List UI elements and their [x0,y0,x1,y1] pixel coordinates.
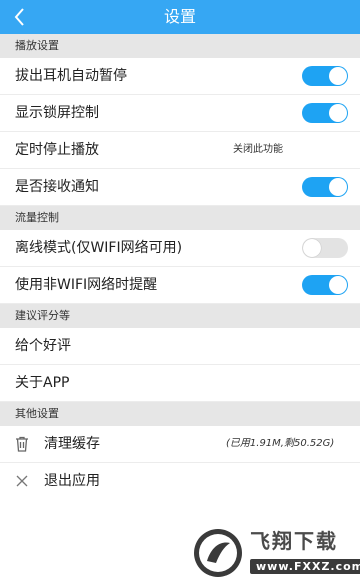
cache-usage-text: (已用1.91M,剩50.52G) [226,438,335,449]
toggle-switch-on[interactable] [302,177,348,197]
close-icon [13,472,31,490]
setting-label: 拔出耳机自动暂停 [15,68,127,84]
setting-row-about-app[interactable]: 关于APP [0,365,360,402]
toggle-knob [329,276,347,294]
setting-label: 清理缓存 [44,436,100,452]
toggle-knob [329,67,347,85]
setting-row-sleep-timer[interactable]: 定时停止播放 关闭此功能 [0,132,360,169]
watermark-name: 飞翔下载 [250,529,338,553]
setting-row-exit-app[interactable]: 退出应用 [0,463,360,500]
setting-row-lockscreen-control[interactable]: 显示锁屏控制 [0,95,360,132]
setting-row-notifications[interactable]: 是否接收通知 [0,169,360,206]
trash-icon [13,435,31,453]
watermark: 飞翔下载 www.FXXZ.com [192,527,360,585]
setting-row-offline-mode[interactable]: 离线模式(仅WIFI网络可用) [0,230,360,267]
watermark-url: www.FXXZ.com [250,559,360,574]
toggle-knob [329,178,347,196]
toggle-switch-on[interactable] [302,66,348,86]
setting-label: 使用非WIFI网络时提醒 [15,277,158,293]
section-header-traffic: 流量控制 [0,206,360,230]
section-header-other: 其他设置 [0,402,360,426]
toggle-switch-on[interactable] [302,275,348,295]
setting-row-rate-app[interactable]: 给个好评 [0,328,360,365]
toggle-knob [329,104,347,122]
setting-row-clear-cache[interactable]: 清理缓存 (已用1.91M,剩50.52G) [0,426,360,463]
setting-label: 退出应用 [44,473,100,489]
top-app-bar: 设置 [0,0,360,34]
setting-label: 是否接收通知 [15,179,99,195]
toggle-switch-off[interactable] [302,238,348,258]
page-title: 设置 [163,7,196,26]
toggle-knob [303,239,321,257]
section-header-feedback: 建议评分等 [0,304,360,328]
chevron-left-icon[interactable] [10,6,30,28]
setting-label: 给个好评 [15,338,71,354]
setting-value: 关闭此功能 [233,144,283,155]
setting-label: 关于APP [15,375,70,391]
setting-label: 显示锁屏控制 [15,105,99,121]
setting-label: 定时停止播放 [15,142,99,158]
toggle-switch-on[interactable] [302,103,348,123]
section-header-playback: 播放设置 [0,34,360,58]
watermark-logo [192,527,244,579]
setting-label: 离线模式(仅WIFI网络可用) [15,240,183,256]
setting-row-auto-pause[interactable]: 拔出耳机自动暂停 [0,58,360,95]
setting-row-non-wifi-reminder[interactable]: 使用非WIFI网络时提醒 [0,267,360,304]
